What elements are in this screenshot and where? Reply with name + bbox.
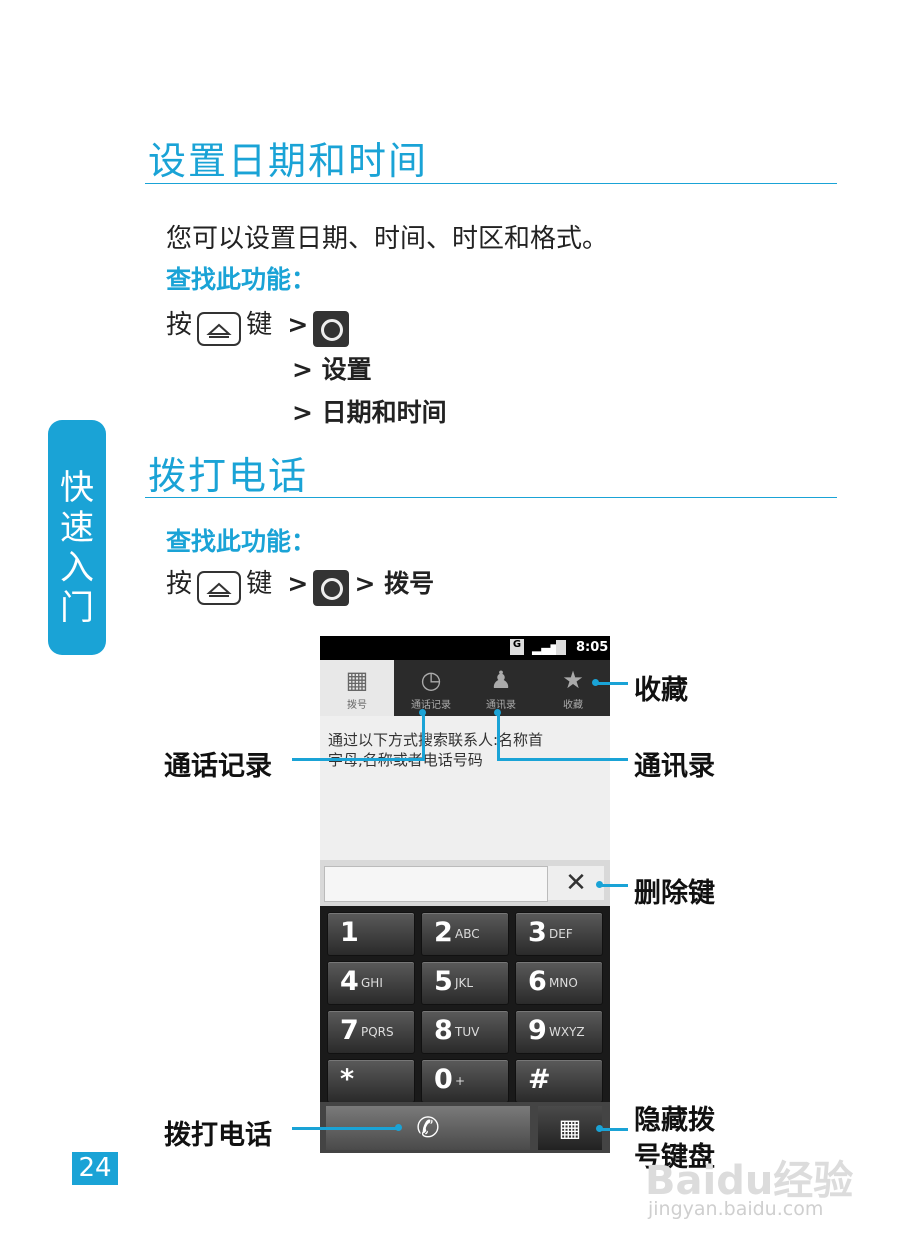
search-hint-line: 通过以下方式搜索联系人:名称首 — [328, 731, 544, 749]
tab-dialpad[interactable]: ▦ 拨号 — [320, 660, 394, 716]
press-text: 按 — [166, 569, 193, 599]
callout-hide-keypad-line1: 隐藏拨 — [634, 1105, 715, 1136]
dial-key[interactable]: 9 WXYZ — [515, 1010, 603, 1054]
section1-step2: > 设置 — [292, 355, 372, 384]
signal-type-icon: G — [510, 639, 524, 655]
callout-contacts: 通讯录 — [634, 751, 715, 782]
keypad-icon: ▦ — [558, 1114, 582, 1142]
dial-key[interactable]: 8 TUV — [421, 1010, 509, 1054]
hide-keypad-button[interactable]: ▦ — [538, 1106, 602, 1150]
leader-line — [292, 1127, 398, 1130]
digits-input[interactable] — [324, 866, 548, 902]
section1-step1: 按 键 > — [166, 304, 350, 347]
dial-key[interactable]: 4 GHI — [327, 961, 415, 1005]
home-key-icon — [197, 311, 242, 346]
watermark-url: jingyan.baidu.com — [648, 1198, 824, 1220]
battery-icon — [556, 640, 566, 655]
section1-step3: > 日期和时间 — [292, 398, 447, 427]
dial-key[interactable]: 3 DEF — [515, 912, 603, 956]
status-bar: G ▂▄▆ 8:05 — [320, 636, 610, 660]
home-key-icon — [197, 570, 242, 605]
leader-line — [600, 1128, 628, 1131]
dial-key[interactable]: 6 MNO — [515, 961, 603, 1005]
phone-screen: G ▂▄▆ 8:05 ▦ 拨号 ◷ 通话记录 ♟ 通讯录 ★ 收藏 通过以下方式… — [320, 636, 610, 1153]
section1-find-label: 查找此功能： — [166, 265, 317, 294]
callout-make-call: 拨打电话 — [164, 1120, 272, 1151]
leader-line — [596, 682, 628, 685]
tab-favorites[interactable]: ★ 收藏 — [536, 660, 610, 716]
delete-icon: ✕ — [565, 868, 587, 898]
dial-key[interactable]: * — [327, 1059, 415, 1103]
leader-line — [600, 884, 628, 887]
dial-key[interactable]: 5 JKL — [421, 961, 509, 1005]
callout-delete-key: 删除键 — [634, 878, 715, 909]
search-hint-area: 通过以下方式搜索联系人:名称首 字母,名称或者电话号码 — [320, 716, 610, 860]
leader-dot — [596, 1125, 603, 1132]
chapter-side-tab: 快 速 入 门 — [48, 420, 106, 655]
side-tab-char: 快 — [60, 468, 94, 508]
leader-line — [422, 712, 425, 761]
tab-label: 通话记录 — [411, 700, 451, 711]
dial-key[interactable]: 0 + — [421, 1059, 509, 1103]
leader-dot — [419, 709, 426, 716]
section2-rule — [145, 497, 837, 498]
tab-call-log[interactable]: ◷ 通话记录 — [394, 660, 468, 716]
tab-label: 收藏 — [563, 700, 583, 711]
leader-line — [292, 758, 425, 761]
dialer-step-text: > 拨号 — [354, 569, 435, 598]
section1-rule — [145, 183, 837, 184]
side-tab-char: 速 — [60, 508, 94, 548]
callout-call-log: 通话记录 — [164, 751, 272, 782]
leader-line — [497, 758, 628, 761]
status-time: 8:05 — [576, 640, 609, 655]
side-tab-char: 入 — [60, 548, 94, 588]
star-icon: ★ — [562, 666, 584, 694]
dialpad: 1 2 ABC 3 DEF 4 GHI 5 JKL 6 MNO 7 PQRS 8 TUV 9W… — [320, 906, 610, 1103]
arrow-text: > — [287, 310, 309, 339]
dial-key[interactable]: 7 PQRS — [327, 1010, 415, 1054]
leader-dot — [596, 881, 603, 888]
leader-dot — [494, 709, 501, 716]
person-icon: ♟ — [490, 666, 512, 694]
section2-title: 拨打电话 — [148, 454, 309, 498]
dialpad-icon: ▦ — [345, 666, 369, 694]
dial-key[interactable]: 2 ABC — [421, 912, 509, 956]
section1-title: 设置日期和时间 — [148, 139, 429, 183]
leader-dot — [592, 679, 599, 686]
section1-intro: 您可以设置日期、时间、时区和格式。 — [166, 224, 609, 254]
dial-key[interactable]: # — [515, 1059, 603, 1103]
tab-contacts[interactable]: ♟ 通讯录 — [464, 660, 538, 716]
page-number: 24 — [72, 1152, 118, 1185]
tab-label: 拨号 — [347, 700, 367, 711]
press-text: 按 — [166, 310, 193, 340]
tab-label: 通讯录 — [486, 700, 516, 711]
leader-line — [497, 712, 500, 761]
dial-key[interactable]: 1 — [327, 912, 415, 956]
digits-row: ✕ — [320, 860, 610, 906]
side-tab-char: 门 — [60, 588, 94, 628]
phone-handset-icon: ✆ — [416, 1111, 440, 1144]
section2-step1: 按 键 > > 拨号 — [166, 563, 435, 606]
apps-launcher-icon — [313, 569, 350, 606]
apps-launcher-icon — [313, 310, 350, 347]
arrow-text: > — [287, 569, 309, 598]
clock-icon: ◷ — [420, 666, 442, 694]
section2-find-label: 查找此功能： — [166, 527, 317, 556]
callout-favorites: 收藏 — [634, 675, 688, 706]
dialer-tab-bar: ▦ 拨号 ◷ 通话记录 ♟ 通讯录 ★ 收藏 — [320, 660, 610, 716]
leader-dot — [395, 1124, 402, 1131]
key-text: 键 — [246, 310, 273, 340]
key-text: 键 — [246, 569, 273, 599]
